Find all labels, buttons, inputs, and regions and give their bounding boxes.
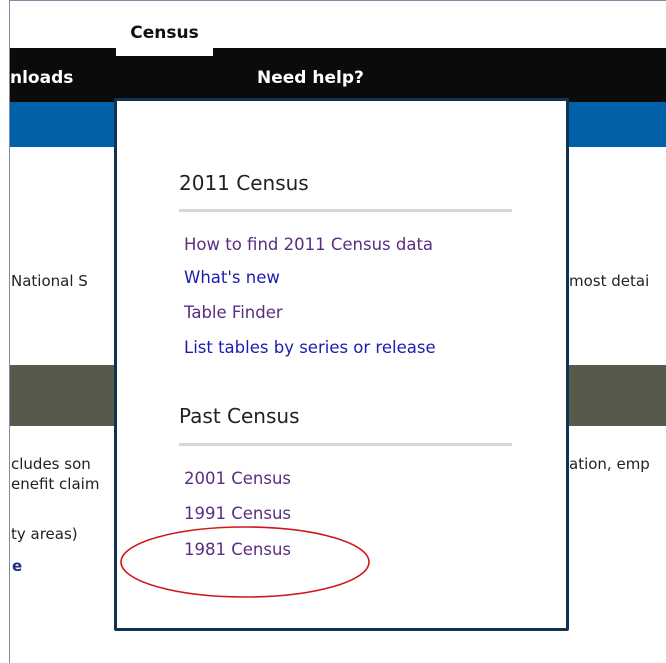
- background-link[interactable]: e: [12, 557, 22, 575]
- nav-need-help[interactable]: Need help?: [257, 48, 364, 102]
- link-table-finder[interactable]: Table Finder: [184, 303, 283, 322]
- link-2001-census[interactable]: 2001 Census: [184, 469, 291, 488]
- link-1981-census[interactable]: 1981 Census: [184, 540, 291, 559]
- background-text-most-detail: most detai: [569, 272, 650, 290]
- background-text-includes: cludes son: [11, 455, 91, 473]
- background-text-ation: ation, emp: [569, 455, 650, 473]
- section-divider: [179, 443, 512, 446]
- section-heading-past-census: Past Census: [179, 404, 300, 428]
- link-whats-new[interactable]: What's new: [184, 268, 280, 287]
- background-text-benefit: enefit claim: [11, 475, 100, 493]
- main-navigation: nloads Need help?: [10, 48, 666, 102]
- section-heading-2011-census: 2011 Census: [179, 171, 309, 195]
- nav-census-tab[interactable]: Census: [116, 6, 213, 56]
- background-text-areas: ty areas): [11, 525, 78, 543]
- link-how-to-find-2011-census-data[interactable]: How to find 2011 Census data: [184, 235, 433, 254]
- nav-downloads[interactable]: nloads: [10, 48, 73, 102]
- link-1991-census[interactable]: 1991 Census: [184, 504, 291, 523]
- section-divider: [179, 209, 512, 212]
- census-dropdown-menu: 2011 Census How to find 2011 Census data…: [114, 98, 569, 631]
- background-text-national: National S: [11, 272, 88, 290]
- link-list-tables-by-series-or-release[interactable]: List tables by series or release: [184, 338, 436, 357]
